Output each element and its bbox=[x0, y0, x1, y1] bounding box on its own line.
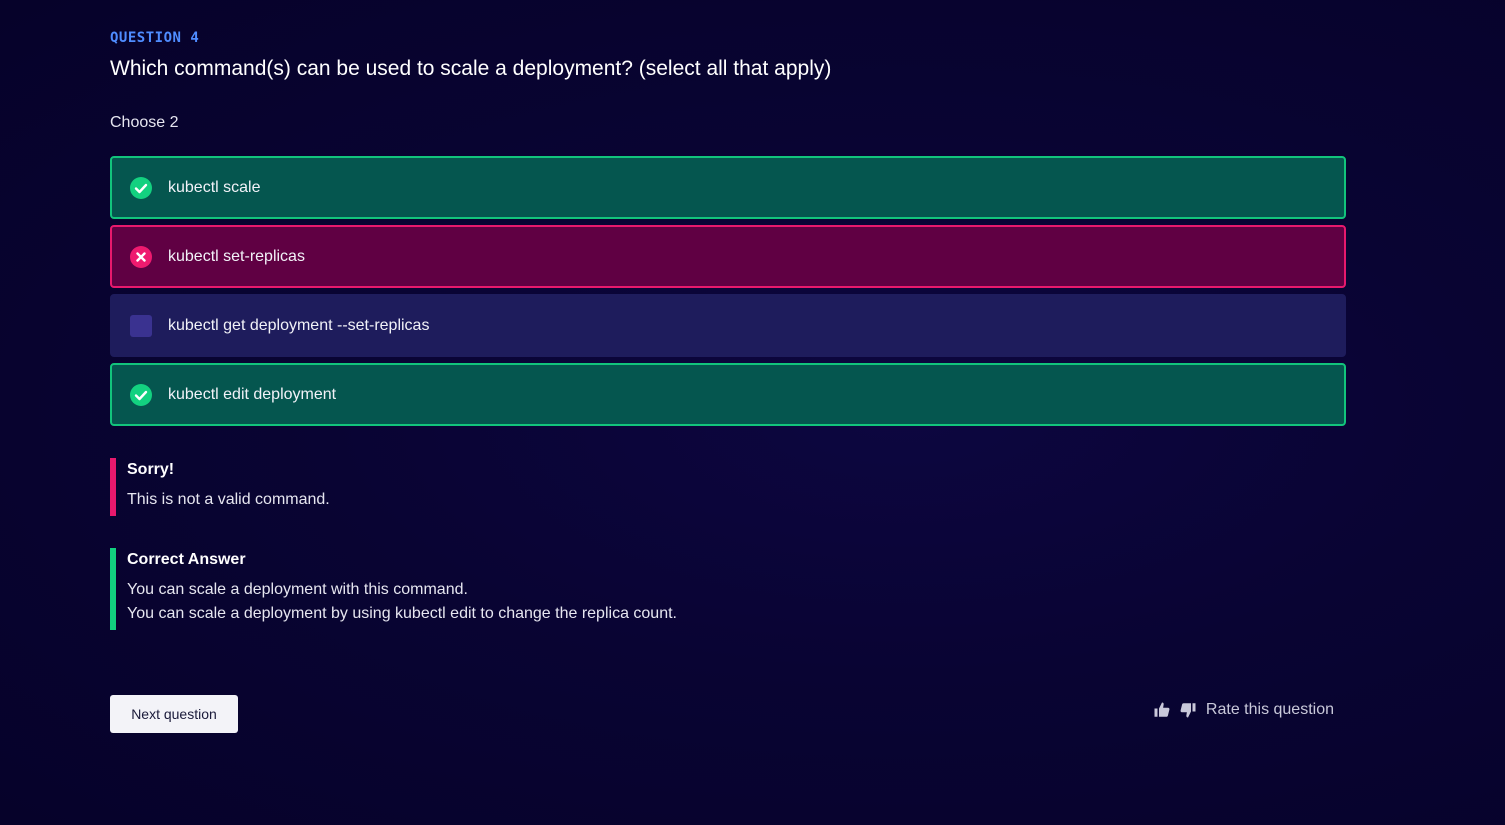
choose-instruction: Choose 2 bbox=[110, 114, 179, 131]
feedback-correct-title: Correct Answer bbox=[127, 551, 246, 568]
checkbox-icon bbox=[129, 314, 153, 338]
check-circle-icon bbox=[129, 176, 153, 200]
answer-option-label: kubectl set-replicas bbox=[168, 247, 305, 265]
feedback-correct-answer: Correct Answer You can scale a deploymen… bbox=[110, 548, 677, 630]
rate-question-label[interactable]: Rate this question bbox=[1206, 701, 1334, 719]
feedback-incorrect-text: This is not a valid command. bbox=[127, 491, 330, 508]
x-circle-icon bbox=[129, 245, 153, 269]
answer-option-kubectl-set-replicas[interactable]: kubectl set-replicas bbox=[110, 225, 1346, 288]
answer-option-label: kubectl get deployment --set-replicas bbox=[168, 316, 430, 334]
answer-option-label: kubectl edit deployment bbox=[168, 385, 337, 403]
answer-option-kubectl-scale[interactable]: kubectl scale bbox=[110, 156, 1346, 219]
feedback-incorrect-title: Sorry! bbox=[127, 461, 175, 478]
answer-option-label: kubectl scale bbox=[168, 178, 261, 196]
answer-option-kubectl-get-deployment[interactable]: kubectl get deployment --set-replicas bbox=[110, 294, 1346, 357]
rate-question: Rate this question bbox=[1152, 700, 1334, 720]
question-number-label: QUESTION 4 bbox=[110, 30, 200, 46]
question-text: Which command(s) can be used to scale a … bbox=[110, 57, 832, 80]
feedback-correct-line: You can scale a deployment with this com… bbox=[127, 581, 468, 598]
answer-option-kubectl-edit-deployment[interactable]: kubectl edit deployment bbox=[110, 363, 1346, 426]
feedback-correct-line: You can scale a deployment by using kube… bbox=[127, 605, 677, 622]
next-question-button[interactable]: Next question bbox=[110, 695, 238, 733]
check-circle-icon bbox=[129, 383, 153, 407]
feedback-incorrect: Sorry! This is not a valid command. bbox=[110, 458, 330, 516]
thumbs-up-icon[interactable] bbox=[1152, 700, 1172, 720]
thumbs-down-icon[interactable] bbox=[1178, 700, 1198, 720]
